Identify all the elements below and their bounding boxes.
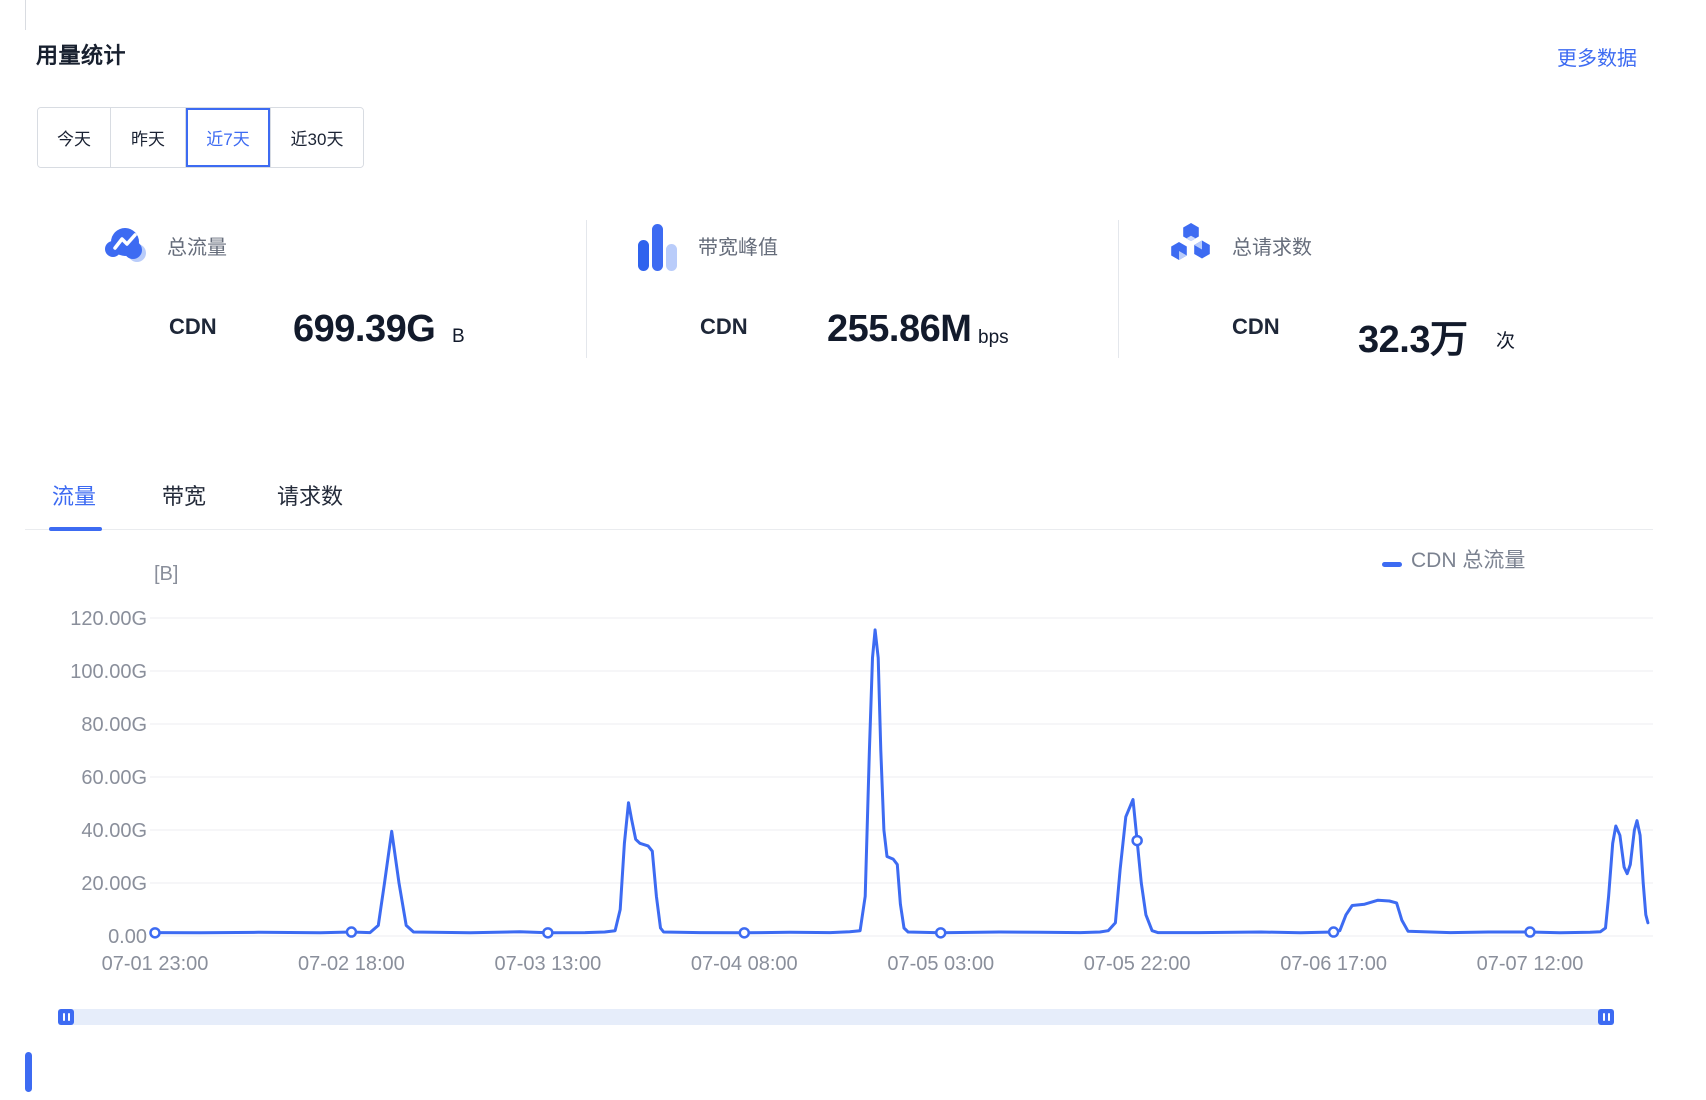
- slider-right-handle[interactable]: [1598, 1009, 1614, 1025]
- data-point-marker: [151, 928, 160, 937]
- chart-zoom-slider[interactable]: [58, 1009, 1614, 1025]
- x-axis-tick-label: 07-01 23:00: [102, 953, 209, 975]
- y-axis-tick-label: 0.00: [108, 926, 147, 948]
- data-point-marker: [1329, 928, 1338, 937]
- pause-icon: [1608, 1013, 1610, 1021]
- pause-icon: [68, 1013, 70, 1021]
- traffic-line-chart[interactable]: 120.00G 100.00G 80.00G 60.00G 40.00G 20.00G 0.…: [0, 0, 1706, 1100]
- pause-icon: [63, 1013, 65, 1021]
- slider-left-handle[interactable]: [58, 1009, 74, 1025]
- usage-statistics-panel: 用量统计 更多数据 今天 昨天 近7天 近30天 总流量 CDN 699.39G…: [0, 0, 1706, 1100]
- x-axis-tick-label: 07-06 17:00: [1280, 953, 1387, 975]
- y-axis-tick-label: 60.00G: [81, 767, 147, 789]
- y-axis-tick-label: 100.00G: [70, 661, 147, 683]
- data-point-marker: [543, 928, 552, 937]
- page-scrollbar-thumb[interactable]: [25, 1052, 32, 1092]
- x-axis-tick-label: 07-07 12:00: [1477, 953, 1584, 975]
- y-axis-tick-label: 40.00G: [81, 820, 147, 842]
- y-axis-tick-label: 20.00G: [81, 873, 147, 895]
- data-point-marker: [1133, 836, 1142, 845]
- data-point-marker: [936, 928, 945, 937]
- x-axis-tick-label: 07-03 13:00: [494, 953, 601, 975]
- x-axis-tick-label: 07-05 03:00: [887, 953, 994, 975]
- y-axis-tick-label: 80.00G: [81, 714, 147, 736]
- pause-icon: [1603, 1013, 1605, 1021]
- x-axis-tick-label: 07-02 18:00: [298, 953, 405, 975]
- data-point-marker: [347, 928, 356, 937]
- data-point-marker: [1526, 928, 1535, 937]
- cdn-traffic-series-line: [152, 630, 1648, 933]
- x-axis-tick-label: 07-04 08:00: [691, 953, 798, 975]
- data-point-marker: [740, 928, 749, 937]
- y-axis-tick-label: 120.00G: [70, 608, 147, 630]
- x-axis-tick-label: 07-05 22:00: [1084, 953, 1191, 975]
